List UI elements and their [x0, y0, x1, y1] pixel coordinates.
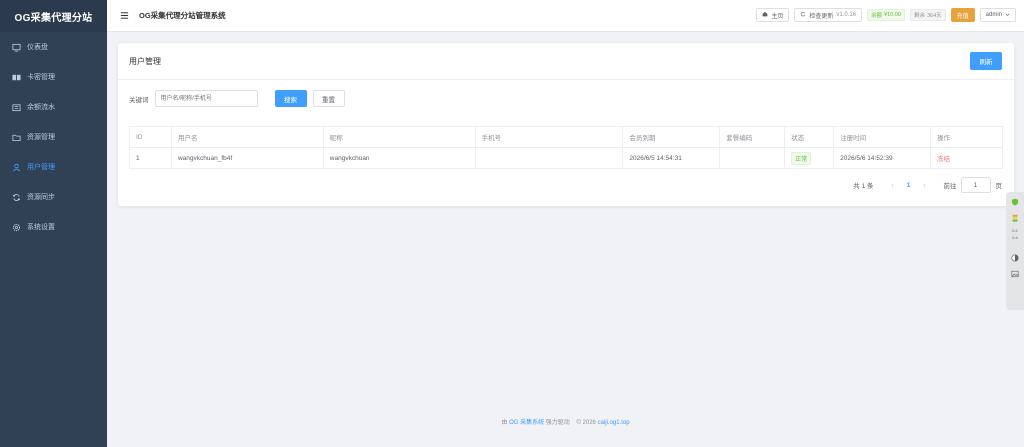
color-bars-icon[interactable] — [1010, 213, 1020, 223]
column-header: 昵称 — [323, 126, 476, 148]
sidebar-item-label: 仪表盘 — [27, 44, 48, 51]
contrast-icon[interactable] — [1010, 253, 1020, 263]
cell-username: wangvkchuan_fb4f — [171, 147, 324, 169]
floating-toolbar: 0.2 0.4 — [1006, 192, 1024, 310]
sidebar-item-label: 资源管理 — [27, 134, 55, 141]
users-table: ID 用户名 昵称 手机号 会员到期 套餐编码 状态 注册时间 操作 1 wan… — [129, 126, 1003, 169]
footer-powered: 强力驱动 — [545, 420, 570, 426]
topbar-actions: 主页 检查更新 v1.0.16 余额 ¥10.00 剩余 364天 充值 adm… — [756, 8, 1016, 22]
sidebar-item-cards[interactable]: 卡密管理 — [0, 62, 107, 92]
total-count: 共 1 条 — [853, 183, 874, 190]
cell-action: 冻结 — [930, 147, 1003, 169]
keyword-label: 关键词 — [129, 96, 149, 104]
sidebar-item-settings[interactable]: 系统设置 — [0, 212, 107, 242]
gear-icon — [12, 223, 21, 232]
refresh-button[interactable]: 刷新 — [970, 52, 1002, 70]
footer-site-link[interactable]: caiji.og1.top — [598, 420, 630, 426]
column-header: 状态 — [784, 126, 835, 148]
sidebar-logo-title: OG采集代理分站 — [0, 0, 107, 32]
footer-brand-link[interactable]: OG 采集系统 — [509, 420, 544, 426]
sidebar-item-label: 资源同步 — [27, 194, 55, 201]
network-speed-icon: 0.2 0.4 — [1010, 227, 1020, 240]
update-label: 检查更新 — [809, 13, 834, 20]
sidebar-item-label: 余额流水 — [27, 104, 55, 111]
cell-status: 正常 — [784, 147, 835, 169]
page-number[interactable]: 1 — [902, 182, 916, 189]
user-icon — [12, 163, 21, 172]
column-header: 手机号 — [475, 126, 624, 148]
speed-down-value: 0.4 — [1012, 234, 1018, 240]
balance-badge: 余额 ¥10.00 — [867, 9, 905, 21]
card-title: 用户管理 — [129, 56, 161, 66]
footer: 由 OG 采集系统 强力驱动 © 2026 caiji.og1.top — [107, 417, 1024, 426]
cell-id: 1 — [129, 147, 172, 169]
folder-icon — [12, 133, 21, 142]
search-button[interactable]: 搜索 — [274, 90, 307, 107]
goto-label: 前往 — [943, 183, 957, 190]
sidebar-item-dashboard[interactable]: 仪表盘 — [0, 32, 107, 62]
search-input[interactable] — [154, 90, 258, 107]
image-icon[interactable] — [1010, 269, 1020, 279]
sidebar-item-sync[interactable]: 资源同步 — [0, 182, 107, 212]
user-dropdown[interactable]: admin — [979, 8, 1016, 22]
prev-page-icon[interactable]: ‹ — [886, 182, 900, 189]
sidebar-item-users[interactable]: 用户管理 — [0, 152, 107, 182]
check-update-button[interactable]: 检查更新 v1.0.16 — [794, 8, 863, 22]
card-header: 用户管理 刷新 — [118, 43, 1014, 80]
page-title: OG采集代理分站管理系统 — [139, 11, 226, 20]
column-header: 注册时间 — [833, 126, 932, 148]
balance-label: 余额 — [871, 13, 883, 19]
balance-value: ¥10.00 — [884, 12, 901, 18]
page-unit-label: 页 — [995, 183, 1003, 190]
recharge-button[interactable]: 充值 — [950, 8, 975, 22]
reset-button[interactable]: 重置 — [312, 90, 345, 107]
refresh-icon — [800, 11, 806, 19]
home-button[interactable]: 主页 — [756, 8, 790, 22]
shield-icon[interactable] — [1010, 197, 1020, 207]
top-navbar: OG采集代理分站管理系统 主页 检查更新 v1.0.16 余额 ¥10.00 剩… — [107, 0, 1024, 32]
filter-bar: 关键词 搜索 重置 — [129, 90, 345, 107]
chevron-down-icon — [1005, 12, 1010, 19]
home-icon — [762, 11, 768, 19]
footer-prefix: 由 — [501, 420, 508, 426]
user-name: admin — [985, 12, 1002, 18]
goto-page-input[interactable]: 1 — [960, 177, 991, 193]
status-badge: 正常 — [791, 151, 812, 165]
sidebar-item-label: 用户管理 — [27, 164, 55, 171]
column-header: 操作 — [930, 126, 1003, 148]
sidebar-item-balance-log[interactable]: 余额流水 — [0, 92, 107, 122]
cell-nickname: wangvkchuan — [323, 147, 476, 169]
user-management-card: 用户管理 刷新 关键词 搜索 重置 ID 用户名 昵称 手机号 会员到期 套餐编… — [118, 43, 1014, 206]
cell-register-time: 2026/5/6 14:52:39 — [833, 147, 932, 169]
next-page-icon[interactable]: › — [918, 182, 932, 189]
sidebar-item-label: 卡密管理 — [27, 74, 55, 81]
pagination: 共 1 条 ‹ 1 › 前往 1 页 — [853, 177, 1002, 193]
freeze-link[interactable]: 冻结 — [937, 156, 950, 163]
sidebar-item-resources[interactable]: 资源管理 — [0, 122, 107, 152]
table-row: 1 wangvkchuan_fb4f wangvkchuan 2026/6/5 … — [129, 147, 1003, 169]
home-label: 主页 — [771, 13, 784, 20]
dashboard-icon — [12, 43, 21, 52]
footer-copyright: © 2026 — [576, 420, 596, 426]
column-header: 套餐编码 — [719, 126, 786, 148]
sync-icon — [12, 193, 21, 202]
remaining-days-badge: 剩余 364天 — [909, 9, 946, 21]
cell-expire: 2026/6/5 14:54:31 — [622, 147, 721, 169]
table-header-row: ID 用户名 昵称 手机号 会员到期 套餐编码 状态 注册时间 操作 — [129, 126, 1003, 148]
column-header: 会员到期 — [622, 126, 721, 148]
column-header: 用户名 — [171, 126, 324, 148]
remain-value: 364天 — [926, 13, 942, 19]
hamburger-menu-icon[interactable] — [119, 11, 129, 21]
speed-up-value: 0.2 — [1012, 227, 1018, 233]
column-header: ID — [129, 126, 172, 148]
cell-phone — [475, 147, 624, 169]
version-text: v1.0.16 — [836, 12, 857, 18]
cell-plan-code — [719, 147, 786, 169]
sidebar: OG采集代理分站 仪表盘 卡密管理 余额流水 资源管理 用户管理 资源同步 系统… — [0, 0, 107, 447]
card-icon — [12, 73, 21, 82]
sidebar-item-label: 系统设置 — [27, 224, 55, 231]
wallet-icon — [12, 103, 21, 112]
remain-label: 剩余 — [913, 13, 925, 19]
